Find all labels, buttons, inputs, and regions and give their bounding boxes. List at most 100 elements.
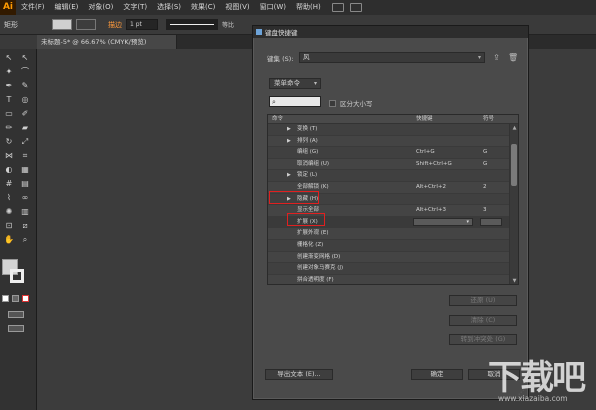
- list-item[interactable]: 扩展外观 (E): [268, 228, 518, 240]
- mesh-tool-icon[interactable]: #: [3, 179, 15, 189]
- ok-button[interactable]: 确定: [411, 369, 463, 380]
- keyboard-shortcuts-dialog: 键盘快捷键 键集 (S): 风 ⇪ 🗑 菜单命令 ▾ ⌕ 区分大小写 命令 快捷…: [252, 25, 529, 400]
- slice-tool-icon[interactable]: ⧄: [19, 221, 31, 231]
- hand-tool-icon[interactable]: ✋: [3, 235, 15, 245]
- selection-tool-icon[interactable]: ↖: [3, 53, 15, 63]
- menu-edit[interactable]: 编辑(E): [50, 0, 84, 15]
- free-transform-tool-icon[interactable]: ⌗: [19, 151, 31, 161]
- list-item[interactable]: ▶ 排列 (A): [268, 135, 518, 148]
- menu-effect[interactable]: 效果(C): [186, 0, 220, 15]
- gradient-tool-icon[interactable]: ▤: [19, 179, 31, 189]
- gradient-mode-swatch[interactable]: [12, 295, 19, 302]
- watermark-url: www.xiazaiba.com: [498, 394, 568, 403]
- pen-tool-icon[interactable]: ✒: [3, 81, 15, 91]
- menu-bar: Ai 文件(F) 编辑(E) 对象(O) 文字(T) 选择(S) 效果(C) 视…: [0, 0, 596, 15]
- artboard-tool-icon[interactable]: ⊡: [3, 221, 15, 231]
- keyset-select[interactable]: 风: [299, 52, 485, 63]
- color-mode-swatch[interactable]: [2, 295, 9, 302]
- expand-triangle-icon[interactable]: ▶: [287, 170, 291, 181]
- search-input[interactable]: ⌕: [269, 96, 321, 107]
- scroll-thumb[interactable]: [511, 144, 517, 186]
- list-header: 命令 快捷键 符号: [268, 115, 518, 124]
- menu-type[interactable]: 文字(T): [118, 0, 152, 15]
- stroke-profile-label[interactable]: 等比: [222, 20, 234, 29]
- rotate-tool-icon[interactable]: ↻: [3, 137, 15, 147]
- symbol-sprayer-tool-icon[interactable]: ✺: [3, 207, 15, 217]
- list-item[interactable]: 拼合透明度 (F): [268, 274, 518, 284]
- selection-type-label: 矩形: [4, 20, 18, 29]
- type-tool-icon[interactable]: T: [3, 95, 15, 105]
- list-item[interactable]: 编组 (G) Ctrl+G G: [268, 147, 518, 159]
- magic-wand-tool-icon[interactable]: ✦: [3, 67, 15, 77]
- watermark: 下载吧 www.xiazaiba.com: [488, 350, 594, 408]
- list-item[interactable]: 取消编组 (U) Shift+Ctrl+G G: [268, 158, 518, 171]
- list-item[interactable]: 栅格化 (Z): [268, 240, 518, 252]
- none-mode-swatch[interactable]: [22, 295, 29, 302]
- scale-tool-icon[interactable]: ⤢: [19, 137, 31, 147]
- menu-window[interactable]: 窗口(W): [255, 0, 291, 15]
- column-graph-tool-icon[interactable]: ▥: [19, 207, 31, 217]
- shortcut-input[interactable]: ▾: [413, 217, 473, 226]
- screen-mode-icon[interactable]: [8, 325, 24, 332]
- scroll-up-icon[interactable]: ▲: [510, 124, 518, 132]
- expand-triangle-icon[interactable]: ▶: [287, 136, 291, 147]
- arrange-docs-icon[interactable]: [349, 3, 362, 12]
- menu-select[interactable]: 选择(S): [152, 0, 186, 15]
- menu-help[interactable]: 帮助(H): [291, 0, 326, 15]
- width-tool-icon[interactable]: ⋈: [3, 151, 15, 161]
- symbol-input[interactable]: [480, 217, 502, 226]
- perspective-grid-tool-icon[interactable]: ▦: [19, 165, 31, 175]
- curvature-tool-icon[interactable]: ✎: [19, 81, 31, 91]
- export-text-button[interactable]: 导出文本 (E)...: [265, 369, 333, 380]
- draw-mode-icon[interactable]: [8, 311, 24, 318]
- column-shortcut: 快捷键: [416, 116, 433, 122]
- stroke-link[interactable]: 描边: [108, 20, 122, 30]
- fill-swatch[interactable]: [52, 19, 72, 30]
- spiral-tool-icon[interactable]: ◎: [19, 95, 31, 105]
- chevron-down-icon: ▾: [313, 80, 317, 87]
- scroll-down-icon[interactable]: ▼: [510, 277, 518, 284]
- stroke-profile-preview[interactable]: [166, 19, 218, 30]
- menu-object[interactable]: 对象(O): [83, 0, 118, 15]
- list-scrollbar[interactable]: ▲ ▼: [509, 124, 518, 284]
- pencil-tool-icon[interactable]: ✏: [3, 123, 15, 133]
- delete-keyset-icon[interactable]: 🗑: [508, 53, 518, 62]
- eraser-tool-icon[interactable]: ▰: [19, 123, 31, 133]
- symbol-value: 3: [483, 207, 487, 214]
- paintbrush-tool-icon[interactable]: ✐: [19, 109, 31, 119]
- stroke-swatch[interactable]: [76, 19, 96, 30]
- direct-selection-tool-icon[interactable]: ↖: [19, 53, 31, 63]
- zoom-tool-icon[interactable]: ⌕: [19, 235, 31, 245]
- stroke-weight-field[interactable]: 1 pt: [126, 19, 158, 30]
- dialog-titlebar[interactable]: 键盘快捷键: [253, 26, 528, 38]
- stroke-color-box[interactable]: [10, 269, 24, 283]
- eyedropper-tool-icon[interactable]: ⌇: [3, 193, 15, 203]
- restore-button[interactable]: 还原 (U): [449, 295, 517, 306]
- shortcut-value: Ctrl+G: [416, 149, 435, 156]
- list-item[interactable]: 创建对象马赛克 (J): [268, 263, 518, 275]
- clear-button[interactable]: 清除 (C): [449, 315, 517, 326]
- category-select[interactable]: 菜单命令 ▾: [269, 78, 321, 89]
- rectangle-tool-icon[interactable]: ▭: [3, 109, 15, 119]
- list-item[interactable]: ▶ 变换 (T): [268, 124, 518, 136]
- document-tab[interactable]: 未标题-5* @ 66.67% (CMYK/预览): [37, 35, 177, 49]
- list-item[interactable]: 创建渐变网格 (D): [268, 251, 518, 264]
- list-item[interactable]: ▶ 锁定 (L): [268, 170, 518, 182]
- menu-file[interactable]: 文件(F): [16, 0, 50, 15]
- command-name: 栅格化 (Z): [297, 241, 324, 248]
- bridge-icon[interactable]: [331, 3, 344, 12]
- keyset-label: 键集 (S):: [267, 54, 294, 63]
- expand-triangle-icon[interactable]: ▶: [287, 124, 291, 135]
- lasso-tool-icon[interactable]: ⌒: [19, 67, 31, 77]
- case-sensitive-checkbox[interactable]: [329, 99, 336, 107]
- command-name: 变换 (T): [297, 126, 318, 132]
- case-sensitive-label: 区分大小写: [340, 100, 373, 108]
- shortcut-value: Alt+Ctrl+3: [416, 207, 446, 214]
- shape-builder-tool-icon[interactable]: ◐: [3, 165, 15, 175]
- menu-view[interactable]: 视图(V): [220, 0, 254, 15]
- case-sensitive-option[interactable]: 区分大小写: [329, 98, 373, 108]
- goto-conflict-button[interactable]: 转到冲突处 (G): [449, 334, 517, 345]
- command-name: 创建对象马赛克 (J): [297, 265, 344, 272]
- save-keyset-icon[interactable]: ⇪: [492, 53, 501, 62]
- blend-tool-icon[interactable]: ∞: [19, 193, 31, 203]
